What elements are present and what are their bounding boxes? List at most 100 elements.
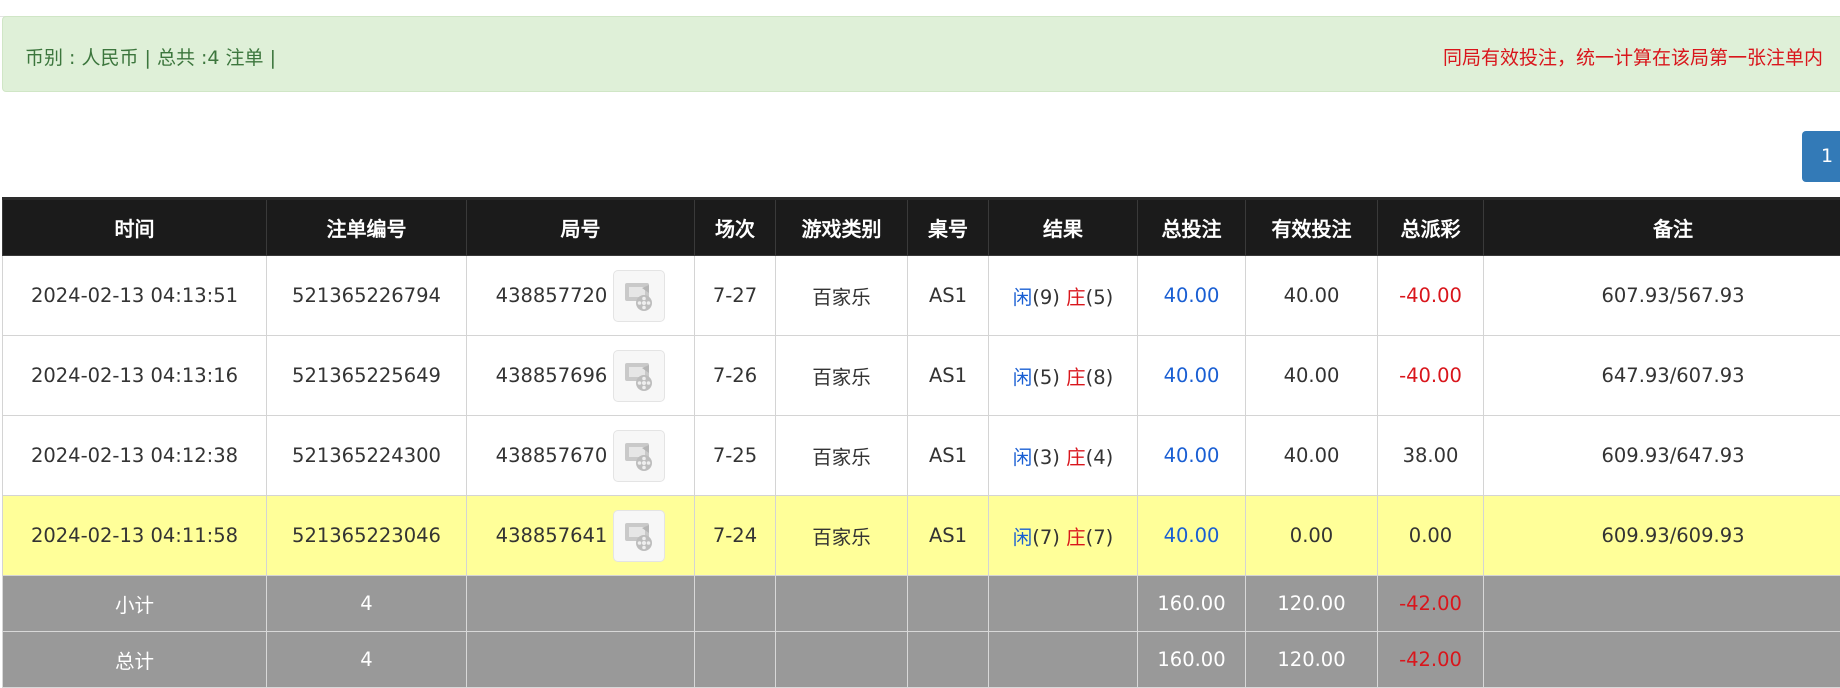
cell-time: 2024-02-13 04:12:38	[3, 416, 267, 496]
cell-time: 2024-02-13 04:13:51	[3, 256, 267, 336]
banker-value: (4)	[1086, 446, 1114, 469]
cell-payout: -40.00	[1378, 256, 1484, 336]
cell-result: 闲(7) 庄(7)	[989, 496, 1138, 576]
player-value: (5)	[1032, 366, 1060, 389]
cell-total-bet: 40.00	[1138, 336, 1246, 416]
cell-round: 438857696	[467, 336, 695, 416]
grandtotal-row: 总计 4 160.00 120.00 -42.00	[3, 632, 1840, 688]
cell-result: 闲(5) 庄(8)	[989, 336, 1138, 416]
banker-value: (7)	[1086, 526, 1114, 549]
cell-valid-bet: 40.00	[1246, 336, 1378, 416]
cell-table: AS1	[908, 416, 989, 496]
round-number: 438857641	[496, 524, 608, 547]
header-result: 结果	[989, 199, 1138, 256]
cell-bet-id: 521365223046	[267, 496, 467, 576]
round-number: 438857696	[496, 364, 608, 387]
cell-game: 百家乐	[776, 256, 908, 336]
player-label: 闲	[1013, 446, 1033, 469]
grandtotal-valid-bet: 120.00	[1246, 632, 1378, 688]
banker-label: 庄	[1066, 446, 1086, 469]
cell-result: 闲(3) 庄(4)	[989, 416, 1138, 496]
summary-alert: 币别 : 人民币 | 总共 :4 注单 | 同局有效投注，统一计算在该局第一张注…	[2, 16, 1840, 92]
cell-note: 609.93/609.93	[1484, 496, 1840, 576]
cell-result: 闲(9) 庄(5)	[989, 256, 1138, 336]
cell-payout: 38.00	[1378, 416, 1484, 496]
cell-time: 2024-02-13 04:13:16	[3, 336, 267, 416]
video-replay-icon[interactable]	[613, 430, 665, 482]
video-replay-icon[interactable]	[613, 510, 665, 562]
round-number: 438857670	[496, 444, 608, 467]
player-label: 闲	[1013, 366, 1033, 389]
cell-game: 百家乐	[776, 416, 908, 496]
table-row: 2024-02-13 04:12:38 521365224300 4388576…	[3, 416, 1840, 496]
header-payout: 总派彩	[1378, 199, 1484, 256]
cell-time: 2024-02-13 04:11:58	[3, 496, 267, 576]
cell-session: 7-24	[695, 496, 776, 576]
subtotal-total-bet: 160.00	[1138, 576, 1246, 632]
cell-payout: -40.00	[1378, 336, 1484, 416]
cell-game: 百家乐	[776, 496, 908, 576]
player-label: 闲	[1013, 526, 1033, 549]
round-number: 438857720	[496, 284, 608, 307]
subtotal-count: 4	[267, 576, 467, 632]
bet-records-table: 时间 注单编号 局号 场次 游戏类别 桌号 结果 总投注 有效投注 总派彩 备注…	[2, 197, 1840, 688]
header-bet-id: 注单编号	[267, 199, 467, 256]
header-session: 场次	[695, 199, 776, 256]
cell-session: 7-26	[695, 336, 776, 416]
cell-payout: 0.00	[1378, 496, 1484, 576]
cell-total-bet: 40.00	[1138, 496, 1246, 576]
video-replay-icon[interactable]	[613, 270, 665, 322]
cell-round: 438857641	[467, 496, 695, 576]
cell-valid-bet: 40.00	[1246, 256, 1378, 336]
cell-game: 百家乐	[776, 336, 908, 416]
cell-bet-id: 521365224300	[267, 416, 467, 496]
table-header-row: 时间 注单编号 局号 场次 游戏类别 桌号 结果 总投注 有效投注 总派彩 备注	[3, 199, 1840, 256]
player-label: 闲	[1013, 286, 1033, 309]
cell-session: 7-25	[695, 416, 776, 496]
summary-text: 币别 : 人民币 | 总共 :4 注单 |	[25, 43, 276, 70]
cell-round: 438857720	[467, 256, 695, 336]
subtotal-valid-bet: 120.00	[1246, 576, 1378, 632]
cell-valid-bet: 0.00	[1246, 496, 1378, 576]
grandtotal-payout: -42.00	[1378, 632, 1484, 688]
subtotal-payout: -42.00	[1378, 576, 1484, 632]
cell-table: AS1	[908, 336, 989, 416]
notice-text: 同局有效投注，统一计算在该局第一张注单内	[1443, 43, 1823, 70]
header-time: 时间	[3, 199, 267, 256]
banker-label: 庄	[1066, 286, 1086, 309]
cell-session: 7-27	[695, 256, 776, 336]
cell-table: AS1	[908, 256, 989, 336]
banker-label: 庄	[1066, 526, 1086, 549]
table-row: 2024-02-13 04:13:51 521365226794 4388577…	[3, 256, 1840, 336]
banker-value: (5)	[1086, 286, 1114, 309]
table-row: 2024-02-13 04:11:58 521365223046 4388576…	[3, 496, 1840, 576]
subtotal-label: 小计	[3, 576, 267, 632]
cell-note: 647.93/607.93	[1484, 336, 1840, 416]
header-total-bet: 总投注	[1138, 199, 1246, 256]
grandtotal-count: 4	[267, 632, 467, 688]
grandtotal-label: 总计	[3, 632, 267, 688]
header-game-type: 游戏类别	[776, 199, 908, 256]
header-round: 局号	[467, 199, 695, 256]
top-border	[0, 0, 1840, 17]
header-valid-bet: 有效投注	[1246, 199, 1378, 256]
player-value: (3)	[1032, 446, 1060, 469]
player-value: (9)	[1032, 286, 1060, 309]
subtotal-row: 小计 4 160.00 120.00 -42.00	[3, 576, 1840, 632]
cell-total-bet: 40.00	[1138, 256, 1246, 336]
player-value: (7)	[1032, 526, 1060, 549]
grandtotal-total-bet: 160.00	[1138, 632, 1246, 688]
table-row: 2024-02-13 04:13:16 521365225649 4388576…	[3, 336, 1840, 416]
cell-note: 607.93/567.93	[1484, 256, 1840, 336]
cell-bet-id: 521365226794	[267, 256, 467, 336]
cell-table: AS1	[908, 496, 989, 576]
banker-value: (8)	[1086, 366, 1114, 389]
header-note: 备注	[1484, 199, 1840, 256]
cell-total-bet: 40.00	[1138, 416, 1246, 496]
cell-note: 609.93/647.93	[1484, 416, 1840, 496]
pagination-page-1[interactable]: 1	[1802, 131, 1840, 182]
video-replay-icon[interactable]	[613, 350, 665, 402]
cell-valid-bet: 40.00	[1246, 416, 1378, 496]
header-table-no: 桌号	[908, 199, 989, 256]
cell-round: 438857670	[467, 416, 695, 496]
